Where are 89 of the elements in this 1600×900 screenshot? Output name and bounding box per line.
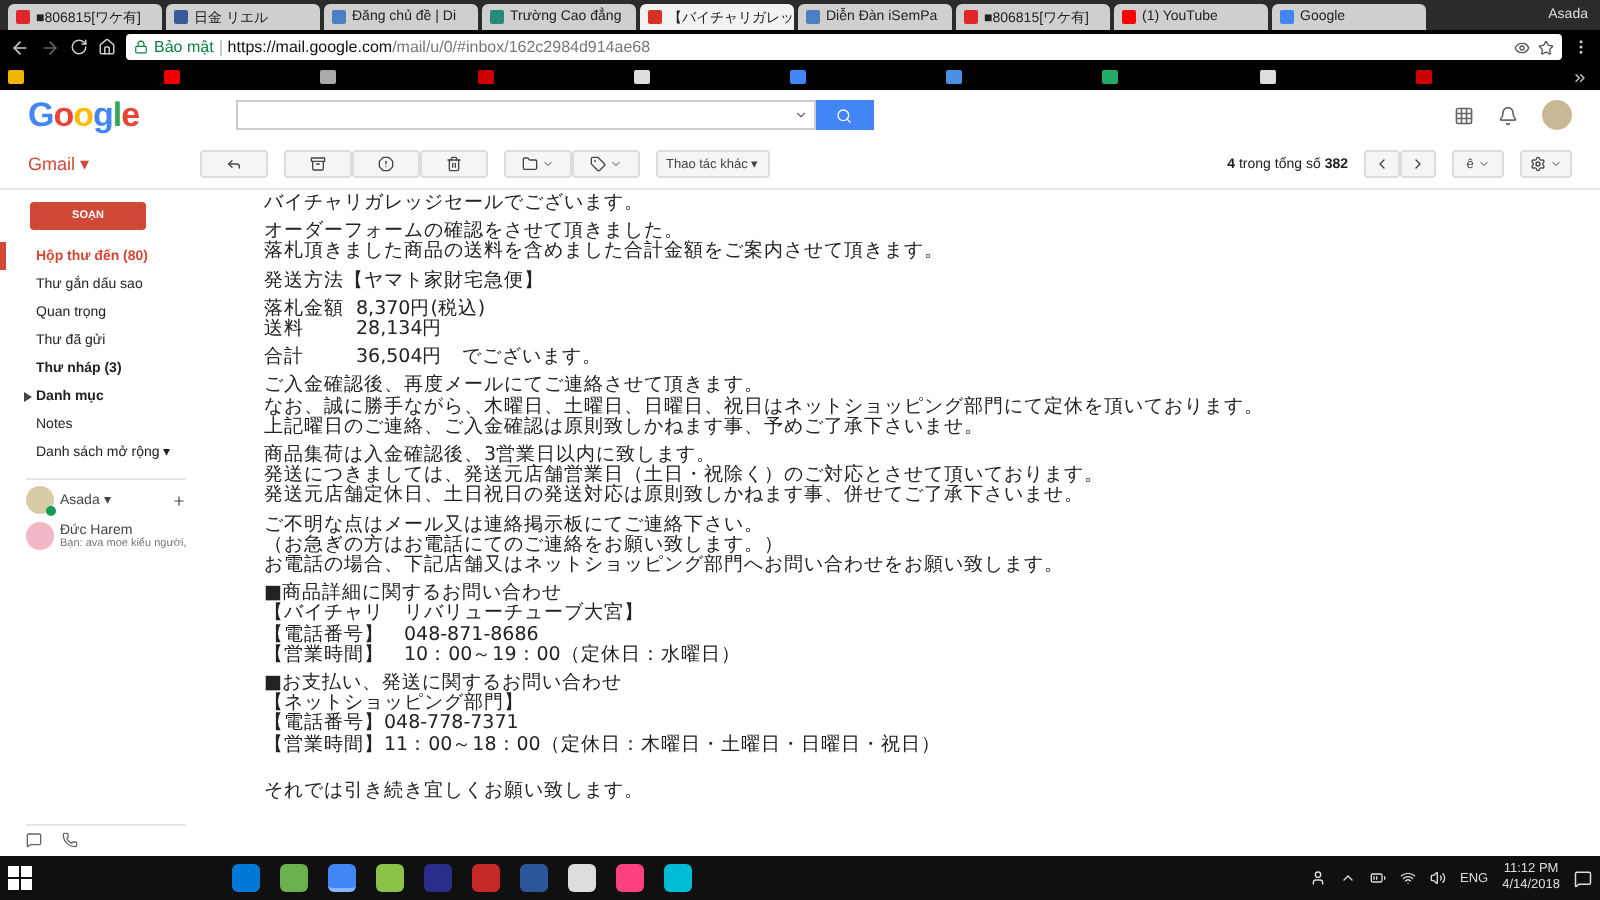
email-text-line: 発送方法【ヤマト家財宅急便】 [264, 271, 546, 292]
lock-icon [134, 40, 148, 54]
chat-icon [26, 832, 42, 848]
caret-icon [542, 158, 554, 170]
field-value: 36,504円 でございます。 [356, 348, 603, 369]
settings-icon [1530, 156, 1546, 172]
email-text-line: （お急ぎの方はお電話にてのご連絡をお願い致します。） [264, 535, 785, 556]
search-button[interactable] [815, 100, 874, 130]
field-label: 落札金額 [264, 299, 346, 320]
field-label: 送料 [264, 320, 306, 341]
folder-icon [522, 156, 538, 172]
email-text-line: 発送元店舗定休日、土日祝日の発送対応は原則致しかねます事、併せてご了承下さいませ。 [264, 486, 1086, 508]
field-value: 28,134円 [356, 320, 443, 341]
notifications-icon [1498, 105, 1518, 125]
search-icon [836, 107, 853, 123]
email-text-line: 商品集荷は入金確認後、3営業日以内に致します。 [264, 446, 717, 467]
bookmark-icon[interactable] [946, 70, 963, 84]
email-text-line: 【営業時間】 10：00～19：00（定休日：水曜日） [264, 645, 743, 667]
taskbar-app-icon[interactable] [376, 864, 404, 892]
trash-icon [446, 156, 462, 172]
security-label: Bảo mật [154, 38, 214, 56]
bookmark-icon[interactable] [320, 70, 337, 84]
email-text-line: ご不明な点はメール又は連絡掲示板にてご連絡下さい。 [264, 515, 766, 536]
email-text-line: 上記曜日のご連絡、ご入金確認は原則致しかねます事、予めご了承下さいませ。 [264, 417, 986, 439]
people-icon [1309, 870, 1326, 886]
email-text-line: それでは引き続き宜しくお願い致します。 [264, 781, 646, 803]
alert-icon [378, 156, 394, 172]
more-bookmarks-icon[interactable] [1571, 69, 1588, 85]
bookmark-icon[interactable] [633, 70, 650, 84]
email-text-line: 【ネットショッピング部門】 [264, 694, 526, 715]
taskbar-app-icon[interactable] [616, 864, 644, 892]
apps-icon [1454, 105, 1474, 125]
google-logo: Google [28, 95, 140, 135]
email-text-line: ■商品詳細に関するお問い合わせ [264, 584, 564, 605]
taskbar-app-icon[interactable] [328, 864, 356, 892]
volume-icon [1429, 870, 1446, 886]
url-text: https://mail.google.com/mail/u/0/#inbox/162c2984d914ae68 [227, 38, 651, 56]
forward-icon[interactable] [40, 37, 60, 57]
chevron-left-icon [1374, 156, 1390, 172]
email-text-line: 発送につきましては、発送元店舗営業日（土日・祝除く）のご対応とさせて頂いております。 [264, 466, 1106, 487]
email-text-line: なお、誠に勝手ながら、木曜日、土曜日、日曜日、祝日はネットショッピング部門にて定休を頂いております。 [264, 397, 1266, 418]
move-button[interactable] [504, 150, 572, 178]
email-text-line: 【バイチャリ リバリューチューブ大宮】 [264, 604, 646, 625]
contact-avatar [26, 522, 54, 550]
phone-icon [62, 832, 78, 848]
chevron-up-icon [1339, 870, 1356, 886]
reply-arrow-icon [226, 156, 242, 172]
wifi-icon [1399, 870, 1416, 886]
home-icon[interactable] [98, 38, 116, 56]
expand-icon[interactable] [24, 391, 32, 401]
dropdown-icon [793, 108, 808, 122]
address-field[interactable]: Bảo mật https://mail.google.com/mail/u/0/#inbox/162c2984d914ae68 [126, 34, 1562, 60]
email-text-line: 【電話番号】048-778-7371 [264, 714, 521, 735]
email-text-line: バイチャリガレッジセールでございます。 [264, 194, 646, 215]
bookmark-icon[interactable] [1259, 70, 1275, 84]
windows-start-icon[interactable] [8, 866, 32, 890]
delete-button[interactable] [420, 150, 488, 178]
taskbar-app-icon[interactable] [664, 864, 692, 892]
battery-icon [1369, 870, 1386, 886]
field-label: 合計 [264, 348, 306, 369]
tag-icon [590, 156, 606, 172]
caret-icon [610, 158, 622, 170]
email-text-line: オーダーフォームの確認をさせて頂きました。 [264, 222, 684, 243]
archive-icon [310, 156, 326, 172]
labels-button[interactable] [572, 150, 640, 178]
add-icon[interactable] [172, 493, 186, 507]
caret-icon [1477, 158, 1490, 170]
archive-button[interactable] [284, 150, 352, 178]
notification-icon [1574, 869, 1592, 887]
email-text-line: お電話の場合、下記店舗又はネットショッピング部門へお問い合わせをお願い致します。 [264, 556, 1066, 577]
email-text-line: 【電話番号】 048-871-8686 [264, 625, 541, 646]
field-value: 8,370円(税込) [356, 299, 486, 320]
caret-icon [1550, 158, 1562, 170]
taskbar-app-icon[interactable] [568, 864, 596, 892]
reload-icon[interactable] [70, 38, 88, 56]
eye-icon [1514, 39, 1530, 55]
back-icon[interactable] [10, 37, 30, 57]
email-text-line: 落札頂きました商品の送料を含めました合計金額をご案内させて頂きます。 [264, 242, 946, 264]
taskbar-app-icon[interactable] [280, 864, 308, 892]
email-text-line: ご入金確認後、再度メールにてご連絡させて頂きます。 [264, 376, 766, 397]
email-text-line: ■お支払い、発送に関するお問い合わせ [264, 674, 624, 695]
gmail-label[interactable]: Gmail ▾ [28, 154, 200, 174]
chevron-right-icon [1410, 156, 1426, 172]
bookmark-icon[interactable] [1102, 70, 1119, 84]
spam-button[interactable] [352, 150, 420, 178]
settings-button[interactable] [1520, 150, 1572, 178]
star-icon [1538, 39, 1554, 55]
email-text-line: 【営業時間】11：00～18：00（定休日：木曜日・土曜日・日曜日・祝日） [264, 735, 943, 756]
search-field[interactable] [235, 100, 816, 130]
